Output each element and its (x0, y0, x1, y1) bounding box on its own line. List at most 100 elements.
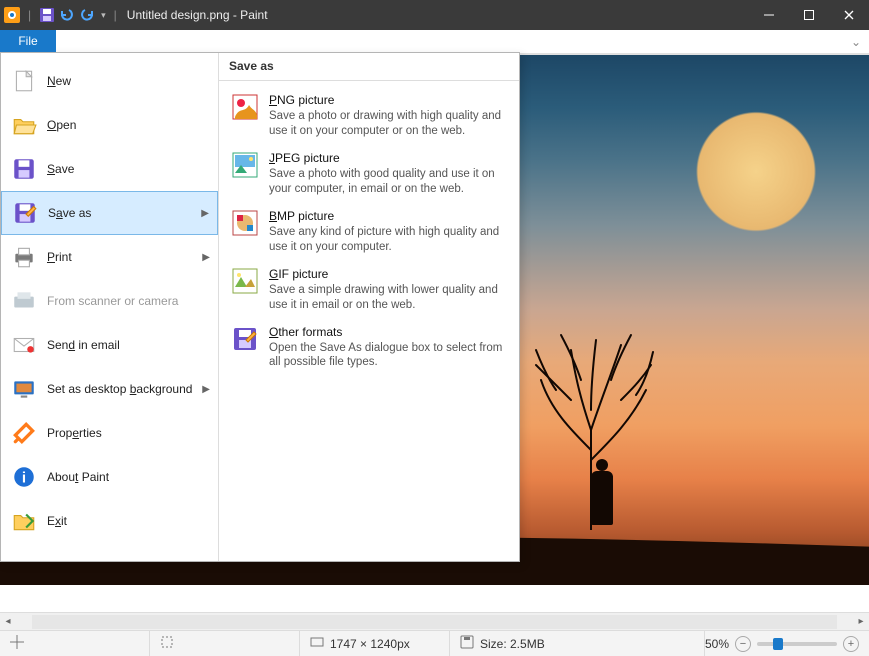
file-menu-main: New Open Save Save as ▶ Print ▶ From scanner or… (1, 53, 219, 561)
status-filesize-cell: Size: 2.5MB (450, 631, 705, 656)
status-cursor-cell (0, 631, 150, 656)
menu-item-label: Exit (47, 514, 67, 528)
title-bar: | ▾ | Untitled design.png - Paint (0, 0, 869, 30)
gif-format-icon (231, 267, 259, 295)
submenu-chevron-icon: ▶ (202, 252, 210, 263)
zoom-in-button[interactable]: + (843, 636, 859, 652)
jpeg-format-icon (231, 151, 259, 179)
zoom-out-button[interactable]: − (735, 636, 751, 652)
saveas-option-title: GIF picture (269, 267, 507, 281)
filesize-text: Size: 2.5MB (480, 637, 545, 651)
saveas-option-desc: Open the Save As dialogue box to select … (269, 341, 507, 371)
saveas-option-title: BMP picture (269, 209, 507, 223)
save-as-submenu-header: Save as (219, 53, 519, 81)
minimize-button[interactable] (749, 0, 789, 30)
dimensions-icon (310, 635, 324, 652)
undo-icon[interactable] (59, 7, 75, 23)
menu-item-wallpaper[interactable]: Set as desktop background ▶ (1, 367, 218, 411)
saveas-option-title: PNG picture (269, 93, 507, 107)
png-format-icon (231, 93, 259, 121)
maximize-button[interactable] (789, 0, 829, 30)
menu-item-print[interactable]: Print ▶ (1, 235, 218, 279)
properties-icon (11, 420, 37, 446)
menu-item-new[interactable]: New (1, 59, 218, 103)
menu-item-label: Properties (47, 426, 102, 440)
wallpaper-icon (11, 376, 37, 402)
zoom-controls: 50% − + (705, 636, 869, 652)
submenu-chevron-icon: ▶ (201, 208, 209, 219)
menu-item-properties[interactable]: Properties (1, 411, 218, 455)
menu-item-label: Open (47, 118, 76, 132)
menu-item-label: From scanner or camera (47, 294, 178, 308)
menu-item-label: About Paint (47, 470, 109, 484)
menu-item-email[interactable]: Send in email (1, 323, 218, 367)
about-icon: i (11, 464, 37, 490)
window-title: Untitled design.png - Paint (127, 8, 268, 22)
dimensions-text: 1747 × 1240px (330, 637, 410, 651)
menu-item-label: Save (47, 162, 74, 176)
saveas-option-title: Other formats (269, 325, 507, 339)
paint-app-icon (4, 7, 20, 23)
exit-icon (11, 508, 37, 534)
status-dimensions-cell: 1747 × 1240px (300, 631, 450, 656)
saveas-icon (12, 200, 38, 226)
saveas-option-desc: Save any kind of picture with high quali… (269, 225, 507, 255)
saveas-option-desc: Save a photo with good quality and use i… (269, 167, 507, 197)
menu-item-open[interactable]: Open (1, 103, 218, 147)
saveas-option-gif[interactable]: GIF picture Save a simple drawing with lo… (223, 261, 515, 319)
saveas-option-title: JPEG picture (269, 151, 507, 165)
saveas-option-png[interactable]: PNG picture Save a photo or drawing with … (223, 87, 515, 145)
saveas-option-desc: Save a photo or drawing with high qualit… (269, 109, 507, 139)
menu-item-label: Save as (48, 206, 91, 220)
saveas-option-other[interactable]: Other formats Open the Save As dialogue b… (223, 319, 515, 377)
qat-dropdown-icon[interactable]: ▾ (101, 10, 106, 21)
menu-item-save[interactable]: Save (1, 147, 218, 191)
ribbon-collapse-chevron-icon[interactable]: ⌄ (851, 35, 861, 49)
menu-item-about[interactable]: i About Paint (1, 455, 218, 499)
menu-item-label: Set as desktop background (47, 382, 192, 396)
cursor-position-icon (10, 635, 24, 652)
menu-item-exit[interactable]: Exit (1, 499, 218, 543)
status-bar: 1747 × 1240px Size: 2.5MB 50% − + (0, 630, 869, 656)
save-icon (11, 156, 37, 182)
redo-icon[interactable] (79, 7, 95, 23)
scanner-icon (11, 288, 37, 314)
selection-size-icon (160, 635, 174, 652)
zoom-slider-thumb[interactable] (773, 638, 783, 650)
separator: | (28, 8, 31, 22)
saveas-option-desc: Save a simple drawing with lower quality… (269, 283, 507, 313)
menu-item-label: Print (47, 250, 72, 264)
save-as-submenu: Save as PNG picture Save a photo or drawi… (219, 53, 519, 561)
print-icon (11, 244, 37, 270)
save-icon[interactable] (39, 7, 55, 23)
file-backstage-menu: New Open Save Save as ▶ Print ▶ From scanner or… (0, 52, 520, 562)
email-icon (11, 332, 37, 358)
submenu-chevron-icon: ▶ (202, 384, 210, 395)
zoom-percent-text: 50% (705, 637, 729, 651)
scroll-track[interactable] (32, 615, 837, 629)
scroll-right-icon[interactable]: ▸ (853, 614, 869, 630)
zoom-slider[interactable] (757, 642, 837, 646)
horizontal-scrollbar[interactable]: ◂ ▸ (0, 612, 869, 630)
open-icon (11, 112, 37, 138)
bmp-format-icon (231, 209, 259, 237)
disk-icon (460, 635, 474, 652)
scroll-left-icon[interactable]: ◂ (0, 614, 16, 630)
menu-item-label: New (47, 74, 71, 88)
new-icon (11, 68, 37, 94)
file-tab[interactable]: File (0, 30, 56, 52)
menu-item-saveas[interactable]: Save as ▶ (1, 191, 218, 235)
saveas-option-jpeg[interactable]: JPEG picture Save a photo with good quali… (223, 145, 515, 203)
saveas-option-bmp[interactable]: BMP picture Save any kind of picture with… (223, 203, 515, 261)
menu-item-label: Send in email (47, 338, 120, 352)
file-tab-label: File (18, 34, 37, 48)
close-button[interactable] (829, 0, 869, 30)
svg-text:i: i (22, 469, 26, 486)
status-selection-cell (150, 631, 300, 656)
quick-access-toolbar: | ▾ | (0, 7, 121, 23)
person-silhouette (591, 471, 613, 525)
other-format-icon (231, 325, 259, 353)
menu-item-scanner: From scanner or camera (1, 279, 218, 323)
separator: | (114, 8, 117, 22)
ribbon-row: ⌄ (0, 30, 869, 54)
